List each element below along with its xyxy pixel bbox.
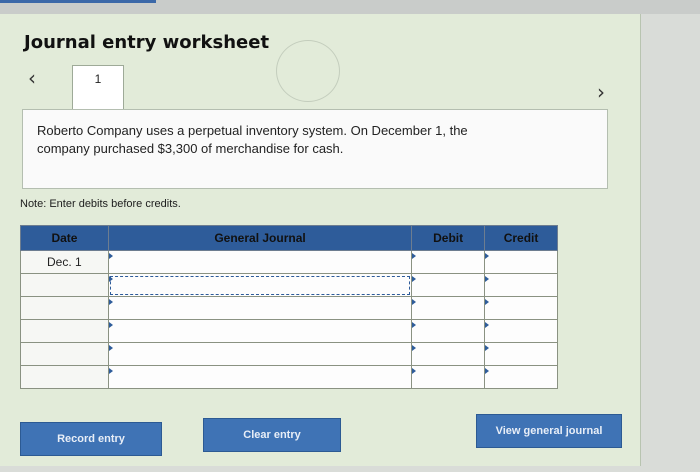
chevron-right-icon[interactable]: › [597, 80, 605, 104]
date-cell [20, 273, 109, 297]
debit-input[interactable] [411, 319, 486, 343]
table-header: Date General Journal Debit Credit [20, 225, 558, 251]
account-input[interactable] [107, 273, 413, 297]
debit-input[interactable] [411, 342, 486, 366]
account-input[interactable] [107, 296, 413, 320]
account-input[interactable] [107, 342, 413, 366]
debit-input[interactable] [411, 365, 486, 389]
table-row [20, 319, 558, 343]
problem-line-1: Roberto Company uses a perpetual invento… [37, 123, 468, 138]
credit-input[interactable] [484, 250, 558, 274]
pencil-mark [276, 40, 340, 102]
credit-input[interactable] [484, 296, 558, 320]
window-accent-strip [0, 0, 156, 3]
account-input[interactable] [107, 250, 413, 274]
credit-input[interactable] [484, 273, 558, 297]
column-header-general-journal: General Journal [107, 225, 413, 251]
date-cell [20, 365, 109, 389]
worksheet-panel: Journal entry worksheet ‹ 1 › Roberto Co… [0, 14, 641, 466]
date-cell [20, 342, 109, 366]
note-text: Note: Enter debits before credits. [20, 198, 181, 210]
tab-1[interactable]: 1 [72, 65, 124, 110]
problem-line-2: company purchased $3,300 of merchandise … [37, 141, 344, 156]
table-row: Dec. 1 [20, 250, 558, 274]
account-input[interactable] [107, 365, 413, 389]
view-general-journal-button[interactable]: View general journal [476, 414, 622, 448]
column-header-credit: Credit [484, 225, 558, 251]
table-row [20, 296, 558, 320]
journal-table: Date General Journal Debit Credit Dec. 1 [20, 225, 558, 389]
column-header-date: Date [20, 225, 109, 251]
problem-statement: Roberto Company uses a perpetual invento… [22, 109, 608, 189]
date-cell [20, 319, 109, 343]
column-header-debit: Debit [411, 225, 486, 251]
table-row [20, 342, 558, 366]
clear-entry-button[interactable]: Clear entry [203, 418, 341, 452]
chevron-left-icon[interactable]: ‹ [28, 66, 36, 90]
debit-input[interactable] [411, 273, 486, 297]
page-title: Journal entry worksheet [24, 32, 270, 53]
table-row [20, 365, 558, 389]
credit-input[interactable] [484, 342, 558, 366]
account-input[interactable] [107, 319, 413, 343]
record-entry-button[interactable]: Record entry [20, 422, 162, 456]
date-cell [20, 296, 109, 320]
credit-input[interactable] [484, 365, 558, 389]
debit-input[interactable] [411, 296, 486, 320]
screen-bezel [0, 0, 700, 14]
table-row [20, 273, 558, 297]
debit-input[interactable] [411, 250, 486, 274]
credit-input[interactable] [484, 319, 558, 343]
date-cell: Dec. 1 [20, 250, 109, 274]
